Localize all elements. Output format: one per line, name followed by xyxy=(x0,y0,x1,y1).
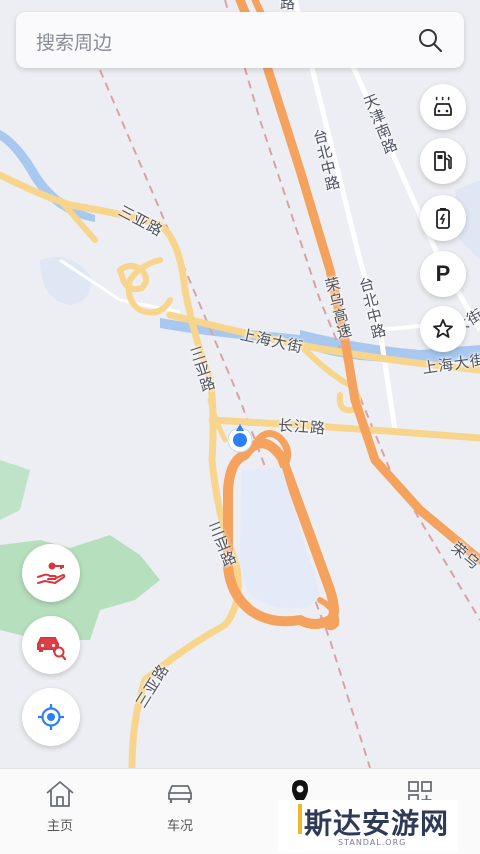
car-search-icon xyxy=(37,637,67,661)
tab-home[interactable]: 主页 xyxy=(0,777,120,834)
parking-icon: P xyxy=(435,261,451,286)
car-wash-icon xyxy=(434,96,452,116)
parking-button[interactable]: P xyxy=(420,251,466,297)
crosshair-icon xyxy=(38,704,64,730)
home-icon xyxy=(46,781,74,807)
watermark-text: 斯达安游网 xyxy=(304,807,450,840)
gas-station-button[interactable] xyxy=(420,138,466,184)
hand-key-icon xyxy=(37,562,66,584)
car-status-icon xyxy=(168,785,192,803)
locate-me-button[interactable] xyxy=(22,688,80,746)
car-wash-button[interactable] xyxy=(420,84,466,130)
charging-station-button[interactable] xyxy=(420,195,466,241)
star-icon xyxy=(433,319,453,338)
favorites-button[interactable] xyxy=(420,306,466,352)
search-bar[interactable]: 搜索周边 xyxy=(16,12,464,68)
search-icon[interactable] xyxy=(416,26,444,54)
watermark-subtext: STANDAL.ORG xyxy=(338,838,407,847)
search-placeholder: 搜索周边 xyxy=(36,32,113,54)
watermark-logo: 斯达安游网 STANDAL.ORG xyxy=(278,800,458,853)
gas-pump-icon xyxy=(434,151,452,171)
road-label: 长江路 xyxy=(277,416,327,438)
find-car-button[interactable] xyxy=(22,616,80,674)
tab-car-status[interactable]: 车况 xyxy=(120,777,240,834)
watermark-bar xyxy=(298,804,302,834)
car-key-service-button[interactable] xyxy=(22,544,80,602)
battery-charge-icon xyxy=(436,208,450,229)
tab-label: 主页 xyxy=(46,819,73,834)
tab-label: 车况 xyxy=(166,819,193,834)
